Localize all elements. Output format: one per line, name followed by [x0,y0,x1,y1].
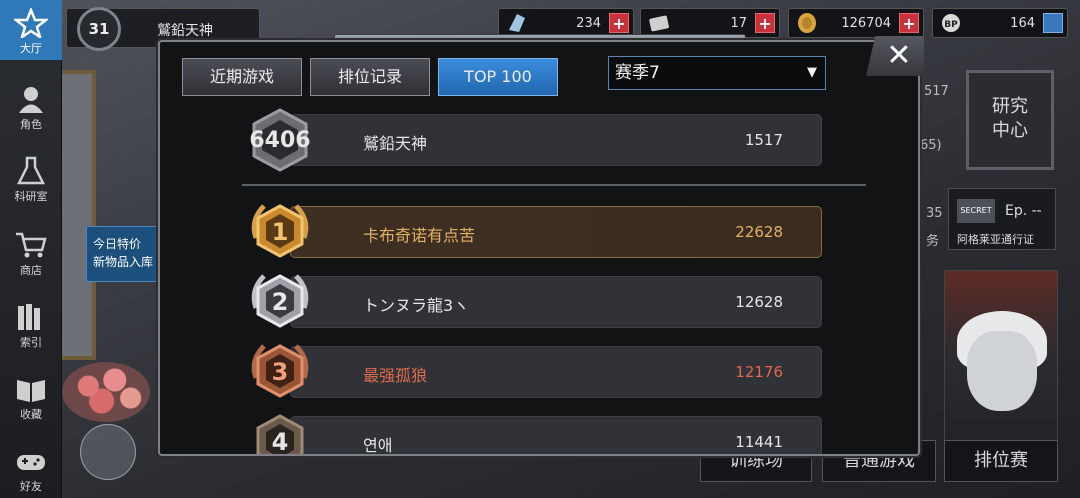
character-face [967,331,1037,411]
row-score: 11441 [735,433,783,451]
left-nav: 大厅 角色 科研室 商店 索引 收藏 好友 [0,0,62,498]
nav-item-character[interactable]: 角色 [0,76,62,136]
secret-tag: SECRET [957,199,995,223]
season-value: 赛季7 [615,63,660,83]
bronze-rank-badge: 3 [246,338,314,406]
card-icon [649,15,669,32]
rank-number: 2 [271,288,289,316]
star-icon [14,8,48,38]
chevron-down-icon: ▼ [807,65,817,80]
row-score: 22628 [735,223,783,241]
character-icon [19,87,43,113]
nav-label: 商店 [20,264,42,277]
nav-item-lab[interactable]: 科研室 [0,148,62,208]
row-score: 12628 [735,293,783,311]
promo-line-1: 今日特价 [93,237,142,251]
bp-icon: BP [942,14,960,32]
divider [242,184,866,186]
season-select[interactable]: 赛季7 ▼ [608,56,826,90]
nav-label: 大厅 [20,42,42,55]
flask-icon [16,156,46,185]
research-center-button[interactable]: 研究 中心 [966,70,1054,170]
rank-number: 1 [271,218,289,246]
leaderboard-row[interactable]: トンヌラ龍3ヽ 12628 [290,276,822,328]
player-level: 31 [77,7,121,51]
currency-value: 164 [1010,16,1035,31]
nav-label: 好友 [20,480,42,493]
leaderboard-row[interactable]: 연애 11441 [290,416,822,455]
cart-icon [16,232,47,258]
nav-item-collection[interactable]: 收藏 [0,366,62,426]
research-label-1: 研究 [992,96,1028,117]
row-name: 卡布奇诺有点苦 [363,226,476,245]
game-screen: 今日特价 新物品入库 大厅 角色 科研室 商店 索引 收藏 好友 31 鷲鉛天神… [0,0,1080,498]
tab-top-100[interactable]: TOP 100 [438,58,558,96]
rank-number: 6406 [249,127,311,153]
row-score: 12176 [735,363,783,381]
player-name: 鷲鉛天神 [363,134,428,153]
nav-item-friends[interactable]: 好友 [0,438,62,498]
close-icon: ✕ [886,38,912,73]
gamepad-icon [17,455,45,470]
close-button[interactable]: ✕ [866,36,924,76]
nav-label: 科研室 [14,190,48,203]
secret-subtitle: 阿格莱亚通行证 [957,233,1034,246]
promo-line-2: 新物品入库 [93,255,154,269]
partial-text: 65) [920,138,942,153]
leaderboard-row[interactable]: 卡布奇诺有点苦 22628 [290,206,822,258]
row-name: 연애 [363,436,393,455]
nav-item-index[interactable]: 索引 [0,294,62,354]
self-rank-row: 鷲鉛天神 1517 [290,114,822,166]
crystal-icon [509,14,525,32]
partial-text: 517 [924,84,949,99]
glass-vase [80,424,136,480]
currency-coin: 126704 + [788,8,924,38]
flower-bouquet [62,362,150,422]
nav-item-shop[interactable]: 商店 [0,222,62,282]
player-score: 1517 [744,131,783,149]
silver-rank-badge: 2 [246,268,314,336]
nav-item-lobby[interactable]: 大厅 [0,0,62,60]
player-name: 鷲鉛天神 [157,23,213,39]
gold-rank-badge: 1 [246,198,314,266]
partial-text: 35 [926,206,943,221]
currency-bp: BP 164 [932,8,1068,38]
nav-label: 索引 [20,336,42,349]
promo-banner[interactable]: 今日特价 新物品入库 [86,226,166,282]
add-coin-button[interactable]: + [899,13,919,33]
leaderboard-row[interactable]: 最强孤狼 12176 [290,346,822,398]
books-icon [18,304,40,330]
partial-text: 务 [926,234,940,249]
currency-value: 234 [576,16,601,31]
nav-label: 收藏 [20,408,42,421]
coin-icon [798,13,816,33]
leaderboard-modal: 近期游戏 排位记录 TOP 100 赛季7 ▼ 鷲鉛天神 1517 6406 卡… [158,40,920,456]
currency-value: 126704 [841,16,891,31]
rank-badge: 6406 [246,106,314,174]
research-label-2: 中心 [992,120,1028,141]
bp-info-button[interactable] [1043,13,1063,33]
add-card-button[interactable]: + [755,13,775,33]
svg-text:BP: BP [944,20,958,30]
ranked-button[interactable]: 排位赛 [944,440,1058,482]
nav-label: 角色 [20,118,42,131]
secret-episode: Ep. -- [1005,203,1042,219]
row-name: 最强孤狼 [363,366,428,385]
rank-number: 3 [271,358,289,386]
aglaea-pass-card[interactable]: SECRET Ep. -- 阿格莱亚通行证 [948,188,1056,250]
tab-rank-records[interactable]: 排位记录 [310,58,430,96]
tab-recent-games[interactable]: 近期游戏 [182,58,302,96]
open-book-icon [17,380,45,402]
rank-number: 4 [271,428,289,456]
row-name: トンヌラ龍3ヽ [363,296,470,315]
rank-badge: 4 [246,408,314,456]
currency-value: 17 [730,16,747,31]
add-crystal-button[interactable]: + [609,13,629,33]
